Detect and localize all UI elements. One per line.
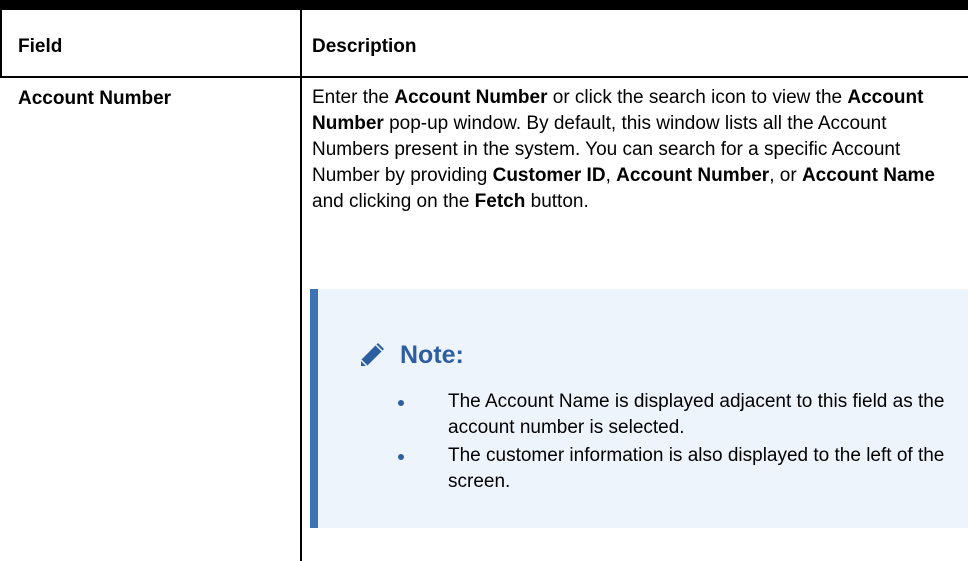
column-divider: [300, 10, 302, 561]
desc-part: , or: [769, 165, 802, 186]
desc-part-bold: Account Number: [616, 165, 770, 186]
list-item-text: The customer information is also display…: [448, 445, 945, 492]
note-list: The Account Name is displayed adjacent t…: [398, 389, 958, 497]
bullet-icon: [398, 400, 404, 406]
header-separator: [0, 76, 968, 78]
note-box: Note: The Account Name is displayed adja…: [310, 289, 968, 528]
desc-part-bold: Account Number: [394, 87, 548, 108]
desc-part-bold: Fetch: [474, 191, 526, 212]
table-left-border: [0, 10, 2, 78]
list-item: The Account Name is displayed adjacent t…: [398, 389, 958, 441]
header-description: Description: [312, 36, 417, 57]
desc-part: Enter the: [312, 87, 395, 108]
desc-part-bold: Account Name: [801, 165, 935, 186]
list-item-text: The Account Name is displayed adjacent t…: [448, 391, 945, 438]
desc-part: ,: [605, 165, 617, 186]
header-field: Field: [18, 36, 63, 57]
note-title: Note:: [356, 339, 464, 371]
field-name: Account Number: [18, 88, 172, 109]
desc-part: button.: [525, 191, 589, 212]
list-item: The customer information is also display…: [398, 443, 958, 495]
bullet-icon: [398, 454, 404, 460]
desc-part: or click the search icon to view the: [547, 87, 848, 108]
field-description: Enter the Account Number or click the se…: [312, 85, 966, 215]
note-label: Note:: [400, 341, 464, 369]
table-top-border: [0, 0, 968, 10]
desc-part: and clicking on the: [312, 191, 475, 212]
pencil-icon: [356, 339, 388, 371]
desc-part-bold: Customer ID: [492, 165, 606, 186]
